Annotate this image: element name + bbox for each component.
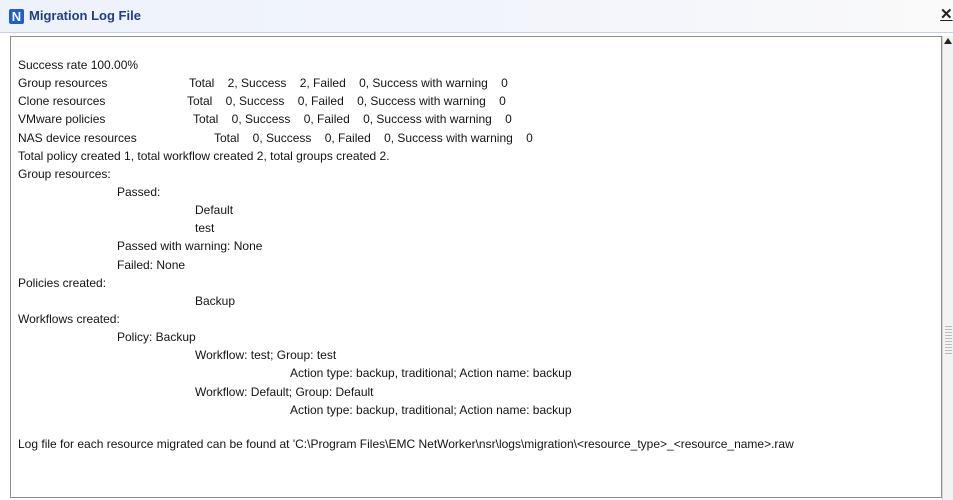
scrollbar-grip[interactable]: [945, 326, 952, 356]
window-title: Migration Log File: [29, 8, 141, 23]
vertical-scrollbar[interactable]: [942, 36, 953, 500]
title-bar: N Migration Log File ✕: [0, 0, 953, 33]
close-button[interactable]: ✕: [940, 6, 953, 24]
scroll-up-arrow-icon[interactable]: [944, 38, 952, 44]
networker-app-icon: N: [9, 9, 24, 24]
log-text-area[interactable]: [10, 36, 942, 498]
